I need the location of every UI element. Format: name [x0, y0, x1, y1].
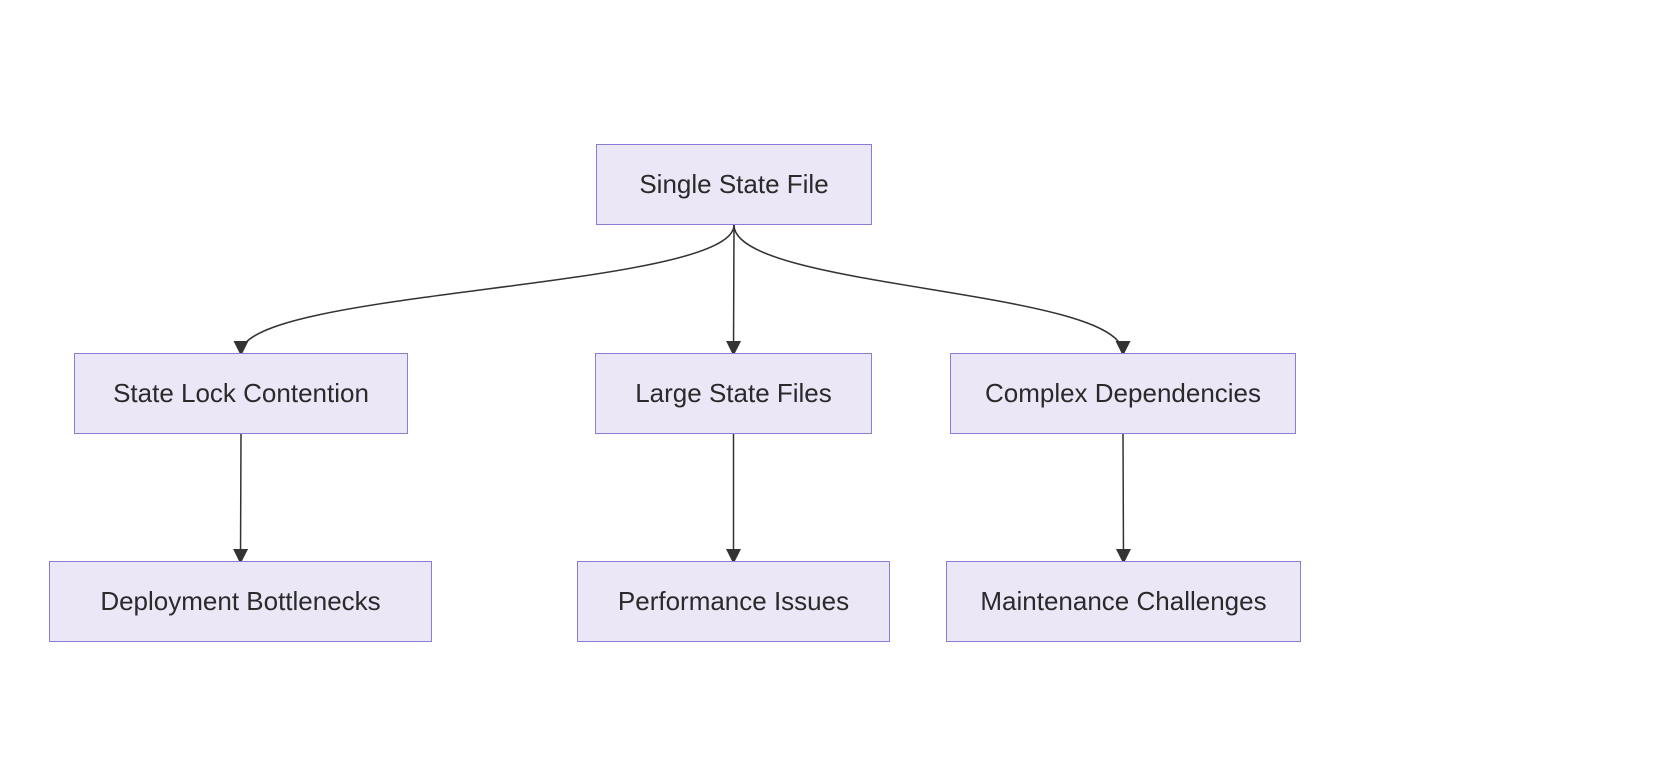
node-label: Maintenance Challenges: [980, 586, 1266, 617]
node-label: Deployment Bottlenecks: [100, 586, 380, 617]
edge-root-to-deps: [734, 225, 1123, 353]
node-label: Large State Files: [635, 378, 832, 409]
node-large: Large State Files: [595, 353, 872, 434]
node-label: Single State File: [639, 169, 828, 200]
node-label: Complex Dependencies: [985, 378, 1261, 409]
node-maint: Maintenance Challenges: [946, 561, 1301, 642]
node-deps: Complex Dependencies: [950, 353, 1296, 434]
edge-root-to-lock: [241, 225, 734, 353]
node-bottleneck: Deployment Bottlenecks: [49, 561, 432, 642]
node-label: Performance Issues: [618, 586, 849, 617]
edge-root-to-large: [734, 225, 735, 353]
node-label: State Lock Contention: [113, 378, 369, 409]
edge-deps-to-maint: [1123, 434, 1124, 561]
edge-lock-to-bottleneck: [241, 434, 242, 561]
node-root: Single State File: [596, 144, 872, 225]
node-perf: Performance Issues: [577, 561, 890, 642]
node-lock: State Lock Contention: [74, 353, 408, 434]
